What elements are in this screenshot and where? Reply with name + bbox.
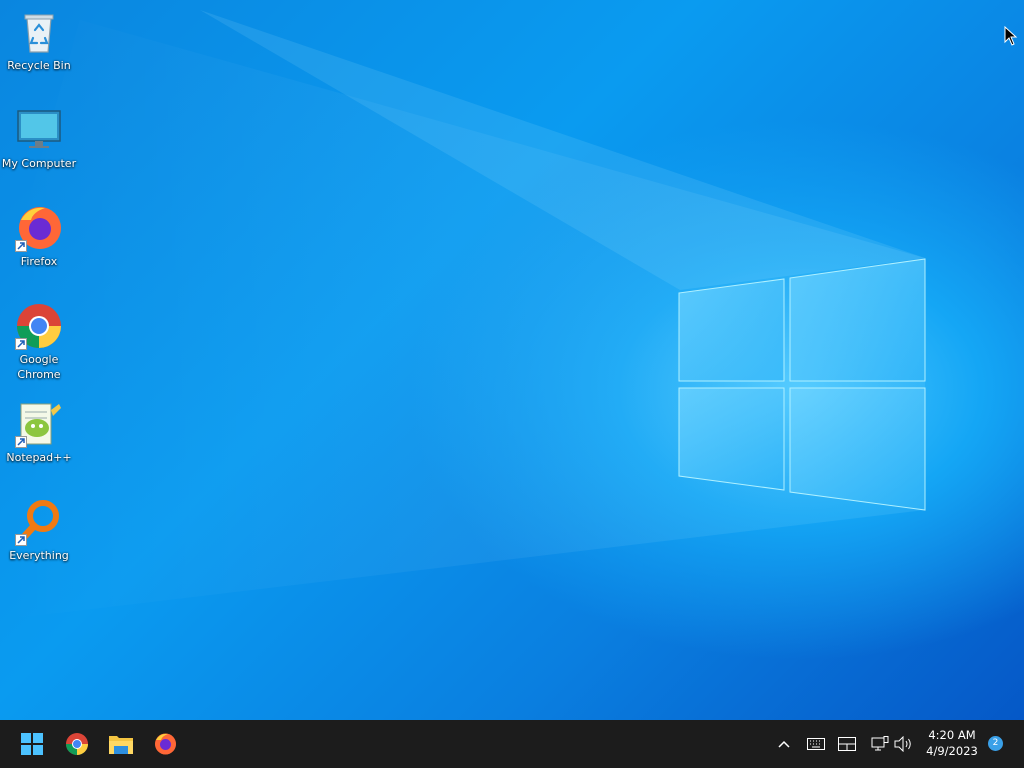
touch-keyboard-button[interactable] [806, 734, 826, 754]
windows-start-icon [21, 733, 43, 755]
monitor-icon [15, 106, 63, 154]
shortcut-arrow-icon [15, 436, 27, 448]
taskbar: 4:20 AM 4/9/2023 [0, 720, 1024, 768]
desktop-icon-label: My Computer [1, 157, 77, 170]
shortcut-arrow-icon [15, 240, 27, 252]
shortcut-arrow-icon [15, 338, 27, 350]
desktop-icon-label: Firefox [20, 255, 58, 268]
desktop-icon-label: Recycle Bin [7, 59, 71, 72]
desktop-wallpaper: Recycle Bin My Computer Firefox Google C… [0, 0, 1024, 720]
show-hidden-icons-button[interactable] [774, 734, 794, 754]
desktop-icon-notepadpp[interactable]: Notepad++ [0, 400, 78, 465]
desktop-icon-recycle-bin[interactable]: Recycle Bin [0, 8, 78, 73]
network-icon [871, 736, 889, 751]
taskbar-chrome-button[interactable] [61, 728, 93, 760]
logo-pane-br [789, 387, 926, 511]
notification-center-button[interactable]: 2 [988, 736, 1003, 751]
chrome-icon [15, 302, 63, 350]
shortcut-arrow-icon [15, 534, 27, 546]
tablet-mode-icon [838, 737, 856, 751]
network-button[interactable] [870, 734, 890, 754]
clock-time: 4:20 AM [928, 728, 976, 742]
desktop-icon-label: Google Chrome [17, 353, 61, 381]
desktop-icon-label: Everything [9, 549, 69, 562]
wallpaper-light-beams [0, 10, 926, 620]
volume-icon [894, 736, 911, 752]
logo-pane-bl [678, 387, 785, 491]
file-explorer-icon [109, 736, 133, 754]
firefox-icon [15, 204, 63, 252]
volume-button[interactable] [894, 734, 914, 754]
everything-search-icon [15, 498, 63, 546]
taskbar-firefox-button[interactable] [149, 728, 181, 760]
taskbar-file-explorer-button[interactable] [105, 728, 137, 760]
mouse-cursor-icon [1004, 25, 1018, 50]
tablet-mode-button[interactable] [837, 734, 857, 754]
start-button[interactable] [16, 728, 48, 760]
keyboard-icon [807, 738, 825, 750]
desktop-icon-firefox[interactable]: Firefox [0, 204, 78, 269]
logo-pane-tl [678, 278, 785, 382]
system-clock[interactable]: 4:20 AM 4/9/2023 [920, 727, 984, 759]
recycle-bin-icon [15, 8, 63, 56]
firefox-icon [155, 733, 176, 755]
desktop-icon-everything[interactable]: Everything [0, 498, 78, 563]
logo-pane-tr [789, 258, 926, 382]
desktop-icon-my-computer[interactable]: My Computer [0, 106, 78, 171]
chevron-up-icon [778, 740, 790, 748]
clock-date: 4/9/2023 [926, 744, 978, 758]
chrome-icon [66, 733, 88, 755]
desktop-icon-google-chrome[interactable]: Google Chrome [0, 302, 78, 382]
desktop-icon-label: Notepad++ [6, 451, 72, 464]
notepadpp-icon [15, 400, 63, 448]
